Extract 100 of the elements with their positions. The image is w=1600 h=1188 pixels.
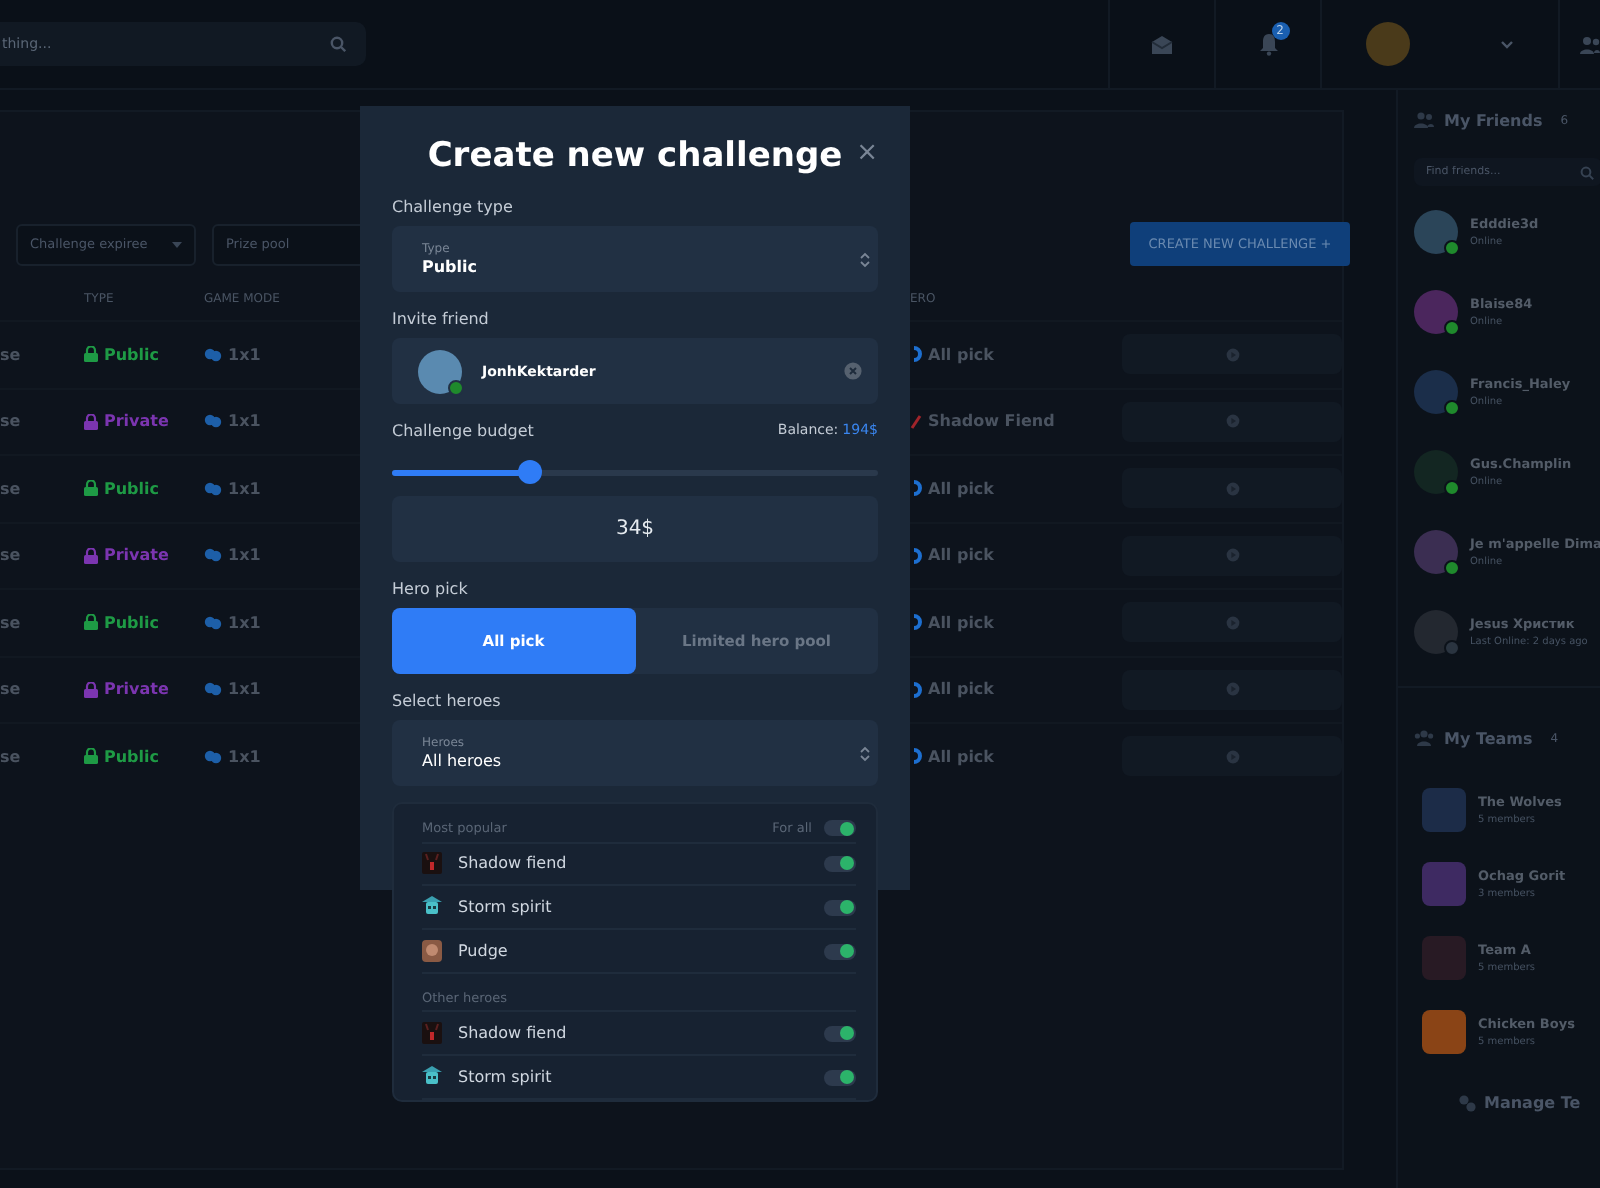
hero-name: All pick: [928, 613, 994, 632]
toggle-switch[interactable]: [824, 1025, 856, 1042]
play-icon: [1225, 347, 1239, 362]
type-label: Private: [104, 546, 169, 565]
character-icon: [422, 1066, 442, 1089]
hero-name: Pudge: [458, 942, 510, 961]
hero-name: Storm spirit: [458, 898, 554, 917]
toggle-switch[interactable]: [824, 1069, 856, 1086]
hero-name: All pick: [928, 479, 994, 498]
people-icon: [1580, 35, 1600, 53]
hero-name: Shadow fiend: [458, 1024, 569, 1043]
avatar: [1414, 530, 1458, 574]
caret-icon: [172, 241, 182, 247]
table-cell-text: se: [0, 613, 23, 632]
search-icon: [330, 36, 346, 52]
clear-button[interactable]: [844, 362, 862, 380]
hero-name: Storm spirit: [458, 1068, 554, 1087]
table-cell-text: se: [0, 747, 23, 766]
hero-name: Shadow fiend: [458, 854, 569, 873]
type-label: Public: [104, 479, 160, 498]
players-icon: [204, 414, 222, 429]
game-mode: 1x1: [228, 479, 261, 498]
character-icon: [422, 852, 442, 875]
ring-icon: [910, 748, 922, 765]
hero-name: All pick: [928, 747, 994, 766]
hero-name: Shadow Fiend: [928, 412, 1055, 431]
close-button[interactable]: ×: [856, 140, 878, 168]
section-title: My Friends: [1444, 111, 1543, 129]
notifications-button[interactable]: [1257, 32, 1279, 56]
group-icon: [1414, 730, 1434, 746]
avatar: [1414, 450, 1458, 494]
players-icon: [204, 481, 222, 496]
game-mode: 1x1: [228, 680, 261, 699]
field-label: Select heroes: [392, 692, 503, 710]
field-label: Hero pick: [392, 580, 470, 598]
hero-name: All pick: [928, 546, 994, 565]
players-icon: [204, 615, 222, 630]
character-icon: [422, 896, 442, 919]
players-icon: [204, 548, 222, 563]
avatar: [1414, 610, 1458, 654]
sort-arrows-icon: [860, 745, 870, 761]
table-cell-text: se: [0, 546, 23, 565]
play-icon: [1225, 749, 1239, 764]
hero-name: All pick: [928, 680, 994, 699]
hero-name: All pick: [928, 345, 994, 364]
field-label: Challenge budget: [392, 422, 534, 440]
play-icon: [1225, 481, 1239, 496]
table-cell-text: se: [0, 345, 23, 364]
slider-thumb[interactable]: [518, 460, 543, 484]
dialog-title: Create new challenge: [427, 136, 843, 176]
select-value: Public: [422, 258, 478, 276]
type-label: Private: [104, 412, 169, 431]
toggle-switch[interactable]: [824, 820, 856, 837]
manage-teams-button[interactable]: Manage Te: [1458, 1094, 1600, 1112]
type-label: Public: [104, 345, 160, 364]
game-mode: 1x1: [228, 747, 261, 766]
character-icon: [422, 1022, 442, 1045]
ring-icon: [910, 547, 922, 564]
section-title: My Teams: [1444, 729, 1533, 747]
ring-icon: [910, 681, 922, 698]
people-icon: [1414, 112, 1434, 128]
budget-slider[interactable]: [392, 460, 878, 484]
players-icon: [204, 347, 222, 362]
table-cell-text: se: [0, 479, 23, 498]
game-mode: 1x1: [228, 546, 261, 565]
play-icon: [1225, 682, 1239, 697]
players-icon: [204, 682, 222, 697]
table-cell-text: se: [0, 680, 23, 699]
sort-arrows-icon: [860, 251, 870, 267]
players-icon: [204, 749, 222, 764]
ring-icon: [910, 614, 922, 631]
table-cell-text: se: [0, 412, 23, 431]
character-icon: [422, 940, 442, 963]
chevron-down-icon: [1499, 39, 1514, 49]
avatar: [1414, 370, 1458, 414]
toggle-switch[interactable]: [824, 855, 856, 872]
toggle-switch[interactable]: [824, 943, 856, 960]
clear-icon: [844, 362, 862, 380]
toggle-switch[interactable]: [824, 899, 856, 916]
type-label: Public: [104, 747, 160, 766]
ring-icon: [910, 480, 922, 497]
mail-button[interactable]: [1150, 33, 1174, 55]
play-icon: [1225, 615, 1239, 630]
field-label: Challenge type: [392, 198, 515, 216]
game-mode: 1x1: [228, 345, 261, 364]
avatar: [418, 349, 462, 393]
field-label: Invite friend: [392, 310, 491, 328]
envelope-icon: [1150, 33, 1174, 55]
play-icon: [1225, 548, 1239, 563]
game-mode: 1x1: [228, 412, 261, 431]
select-value: All heroes: [422, 752, 502, 770]
play-icon: [1225, 414, 1239, 429]
avatar: [1414, 290, 1458, 334]
bell-icon: [1257, 32, 1279, 56]
type-label: Public: [104, 613, 160, 632]
gears-icon: [1458, 1094, 1476, 1112]
amount-field[interactable]: 34$: [392, 496, 878, 562]
avatar: [1414, 210, 1458, 254]
avatar[interactable]: [1366, 22, 1411, 66]
search-icon: [1580, 165, 1594, 179]
